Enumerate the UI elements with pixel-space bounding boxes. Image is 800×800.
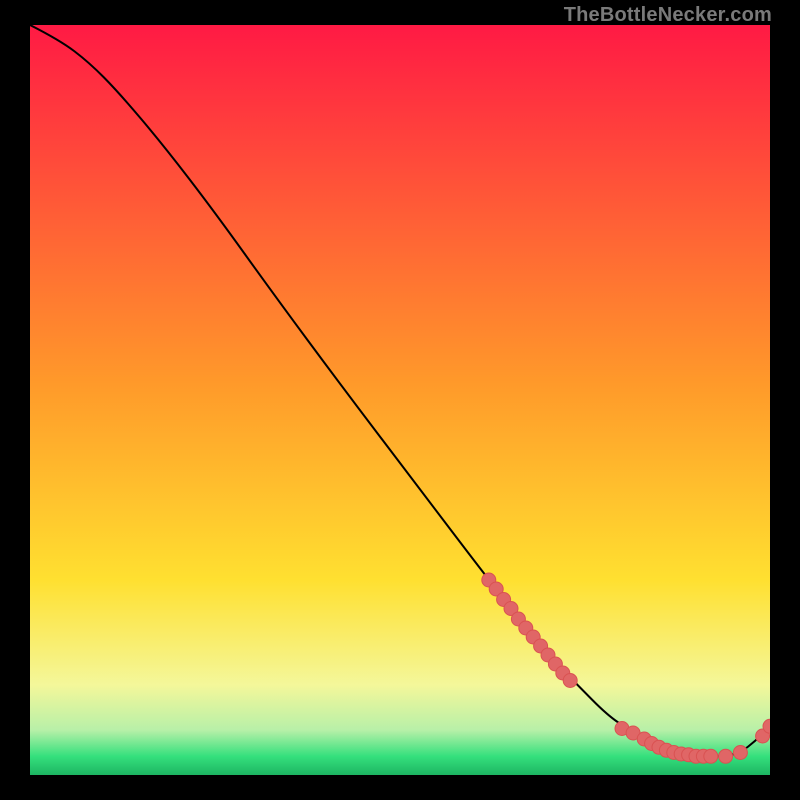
- bottleneck-plot: [30, 25, 770, 775]
- watermark-label: TheBottleNecker.com: [564, 4, 772, 27]
- gradient-background: [30, 25, 770, 775]
- data-marker: [704, 749, 718, 763]
- data-marker: [563, 674, 577, 688]
- chart-stage: TheBottleNecker.com: [0, 0, 800, 800]
- data-marker: [719, 749, 733, 763]
- data-marker: [733, 746, 747, 760]
- plot-svg: [30, 25, 770, 775]
